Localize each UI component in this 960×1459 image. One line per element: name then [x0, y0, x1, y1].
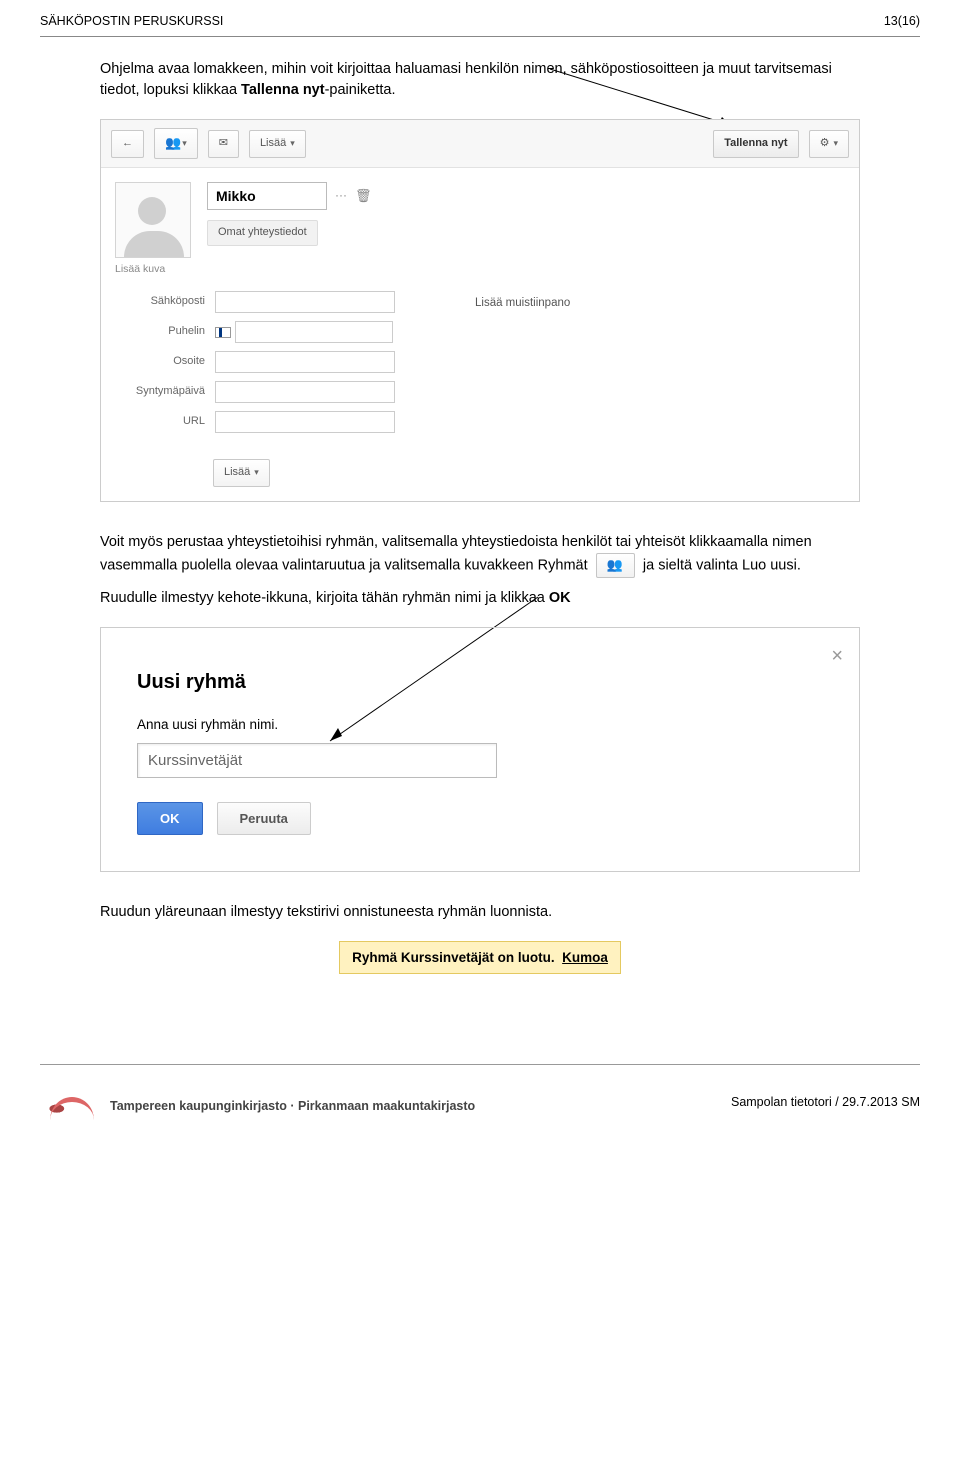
group-name-input[interactable] [137, 743, 497, 778]
delete-icon[interactable]: 🗑 [355, 187, 372, 206]
ok-ref: OK [549, 590, 571, 606]
back-button[interactable]: ← [111, 130, 144, 158]
address-label: Osoite [115, 354, 205, 370]
dialog-title: Uusi ryhmä [137, 668, 823, 697]
phone-label: Puhelin [115, 324, 205, 340]
own-details-tab[interactable]: Omat yhteystiedot [207, 220, 318, 246]
text: Ruudulle ilmestyy kehote-ikkuna, kirjoit… [100, 590, 549, 606]
save-now-ref: Tallenna nyt [241, 82, 325, 98]
toast-text: Ryhmä Kurssinvetäjät on luotu. [352, 950, 555, 965]
flag-finland-icon [215, 327, 231, 338]
doc-title: SÄHKÖPOSTIN PERUSKURSSI [40, 12, 223, 30]
groups-icon: 👥 [607, 556, 620, 575]
text: -painiketta. [325, 82, 396, 98]
library-name: Tampereen kaupunginkirjasto · Pirkanmaan… [110, 1097, 475, 1115]
avatar-placeholder[interactable] [115, 182, 191, 258]
groups-icon: 👥 [165, 134, 178, 153]
settings-button[interactable]: ⚙ [809, 130, 849, 158]
groups-inline-button[interactable]: 👥 [596, 553, 635, 578]
url-label: URL [115, 414, 205, 430]
phone-input[interactable] [235, 321, 393, 343]
address-input[interactable] [215, 351, 395, 373]
ok-button[interactable]: OK [137, 802, 203, 835]
intro-paragraph: Ohjelma avaa lomakkeen, mihin voit kirjo… [100, 59, 860, 101]
birthday-label: Syntymäpäivä [115, 384, 205, 400]
header-divider [40, 36, 920, 37]
dialog-subtitle: Anna uusi ryhmän nimi. [137, 715, 823, 735]
save-now-button[interactable]: Tallenna nyt [713, 130, 798, 158]
close-icon[interactable]: × [831, 642, 843, 671]
more-button[interactable]: Lisää [249, 130, 306, 158]
cancel-button[interactable]: Peruuta [217, 802, 311, 835]
library-logo-icon [40, 1093, 96, 1119]
email-input[interactable] [215, 291, 395, 313]
footer-right: Sampolan tietotori / 29.7.2013 SM [731, 1093, 920, 1111]
new-group-dialog-screenshot: × Uusi ryhmä Anna uusi ryhmän nimi. OK P… [100, 627, 860, 872]
more-label: Lisää [260, 136, 286, 152]
add-field-button[interactable]: Lisää [213, 459, 270, 487]
groups-paragraph: Voit myös perustaa yhteystietoihisi ryhm… [100, 532, 860, 578]
contact-editor-screenshot: ← 👥 ✉ Lisää Tallenna nyt ⚙ Lisää kuva [100, 119, 860, 502]
text: Ohjelma avaa lomakkeen, mihin voit kirjo… [100, 61, 832, 98]
toast-paragraph: Ruudun yläreunaan ilmestyy tekstirivi on… [100, 902, 860, 923]
dialog-intro-paragraph: Ruudulle ilmestyy kehote-ikkuna, kirjoit… [100, 588, 860, 609]
contact-name-input[interactable] [207, 182, 327, 210]
avatar-section: Lisää kuva [115, 182, 191, 277]
add-photo-link[interactable]: Lisää kuva [115, 262, 191, 277]
add-note-label[interactable]: Lisää muistiinpano [475, 295, 845, 312]
email-label: Sähköposti [115, 294, 205, 310]
group-created-toast: Ryhmä Kurssinvetäjät on luotu. Kumoa [339, 941, 621, 975]
birthday-input[interactable] [215, 381, 395, 403]
name-more-icon[interactable]: ··· [335, 187, 347, 204]
undo-link[interactable]: Kumoa [562, 950, 608, 965]
mail-button[interactable]: ✉ [208, 130, 239, 158]
page-number: 13(16) [884, 12, 920, 30]
text: ja sieltä valinta Luo uusi. [643, 557, 801, 573]
groups-button[interactable]: 👥 [154, 128, 198, 159]
url-input[interactable] [215, 411, 395, 433]
add-field-label: Lisää [224, 465, 250, 481]
